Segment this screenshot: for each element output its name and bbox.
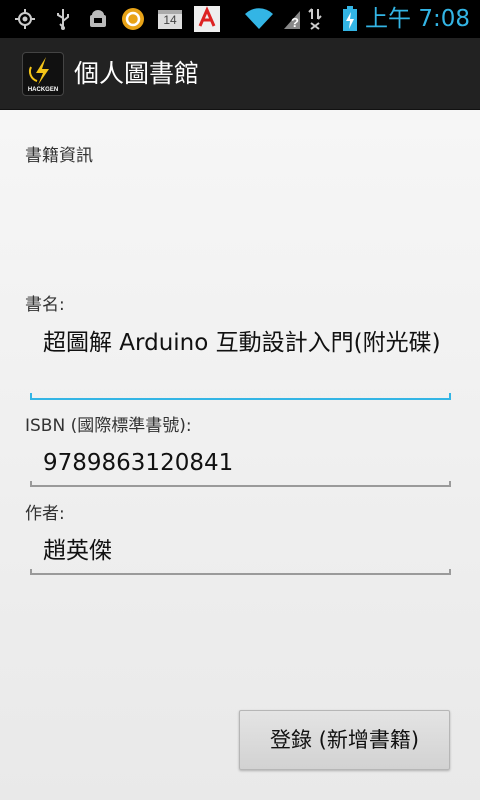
app-notification-icon (194, 6, 220, 32)
app-title: 個人圖書館 (74, 59, 200, 88)
battery-charging-icon (340, 6, 360, 31)
author-input[interactable]: 趙英傑 (30, 534, 450, 568)
isbn-input-underline (30, 481, 451, 487)
wifi-icon (244, 7, 274, 31)
section-header: 書籍資訊 (25, 146, 93, 166)
clock: 上午 7:08 (365, 6, 470, 32)
title-label: 書名: (25, 295, 65, 315)
gps-icon (12, 7, 38, 31)
android-debug-icon (86, 7, 110, 31)
title-input-underline (30, 393, 451, 400)
book-form: 書籍資訊 書名: 超圖解 Arduino 互動設計入門(附光碟) ISBN (國… (0, 110, 480, 800)
calendar-date: 14 (163, 13, 177, 27)
svg-text:?: ? (291, 15, 299, 30)
usb-icon (52, 7, 74, 31)
data-off-icon (306, 7, 324, 31)
app-logo[interactable]: HACKGEN (22, 52, 64, 96)
author-label: 作者: (25, 504, 65, 524)
submit-button[interactable]: 登錄 (新增書籍) (239, 710, 450, 770)
status-bar: 14 ? 上午 7:08 (0, 0, 480, 38)
no-signal-icon: ? (282, 7, 302, 31)
isbn-input[interactable]: 9789863120841 (30, 446, 450, 480)
isbn-label: ISBN (國際標準書號): (25, 416, 192, 436)
title-input[interactable]: 超圖解 Arduino 互動設計入門(附光碟) (30, 326, 450, 360)
calendar-icon: 14 (156, 7, 184, 31)
sync-app-icon (120, 7, 146, 31)
app-logo-text: HACKGEN (27, 87, 59, 93)
action-bar: HACKGEN 個人圖書館 (0, 38, 480, 110)
author-input-underline (30, 569, 451, 575)
